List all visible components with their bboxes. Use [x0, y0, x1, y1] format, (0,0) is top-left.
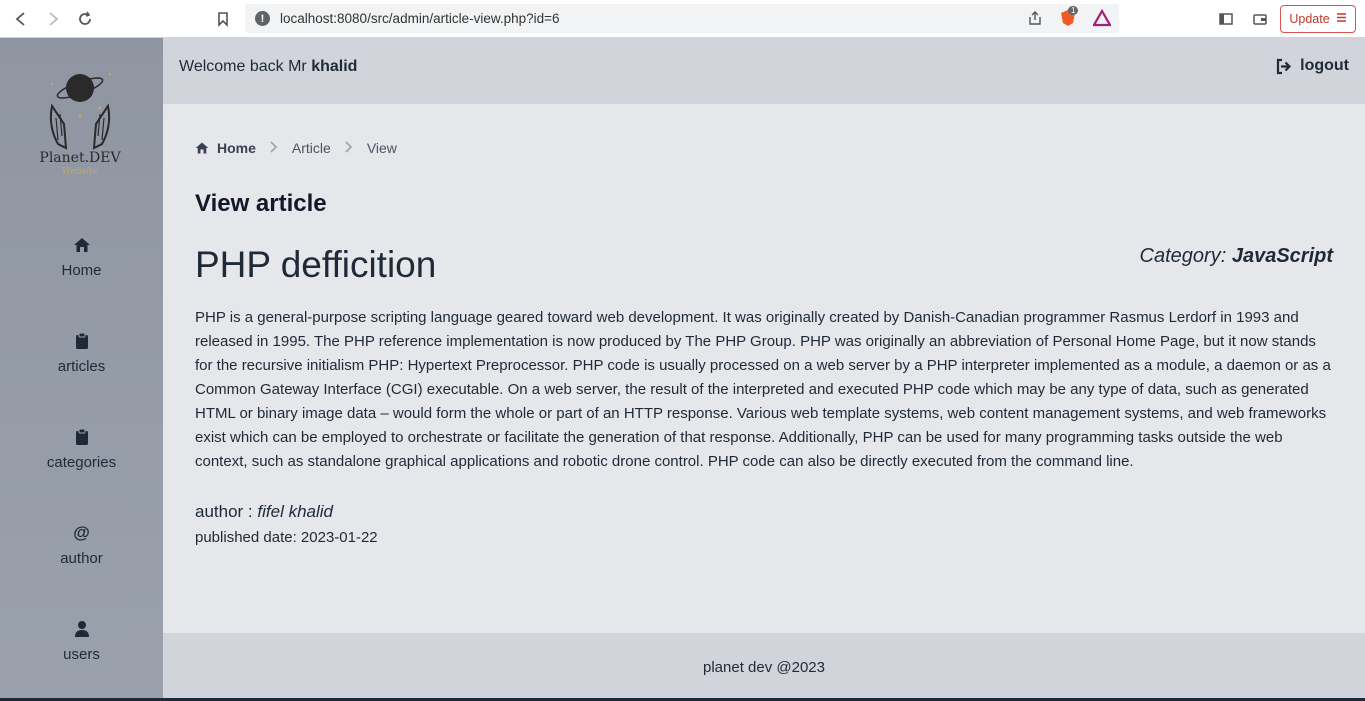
address-bar[interactable]: ! localhost:8080/src/admin/article-view.… — [245, 4, 1119, 33]
welcome-message: Welcome back Mr khalid — [179, 58, 357, 76]
url-text: localhost:8080/src/admin/article-view.ph… — [280, 11, 560, 26]
bookmark-icon[interactable] — [207, 3, 239, 35]
logout-button[interactable]: logout — [1275, 57, 1349, 75]
browser-toolbar: ! localhost:8080/src/admin/article-view.… — [0, 0, 1365, 38]
at-icon: @ — [73, 523, 90, 542]
main-content: Home Article View View article PHP deffi… — [163, 104, 1365, 633]
article-category: Category: JavaScript — [1140, 245, 1333, 268]
sidebar-item-articles[interactable]: articles — [0, 332, 163, 402]
breadcrumb-article[interactable]: Article — [292, 140, 331, 156]
clipboard-icon — [75, 332, 88, 349]
share-icon[interactable] — [1027, 10, 1043, 31]
published-date: published date: 2023-01-22 — [195, 529, 378, 546]
forward-icon[interactable] — [37, 3, 69, 35]
update-label: Update — [1289, 12, 1330, 26]
category-label: Category: — [1139, 245, 1227, 267]
welcome-prefix: Welcome back Mr — [179, 58, 307, 75]
footer-text: planet dev @2023 — [703, 658, 825, 676]
author-name: fifel khalid — [257, 502, 333, 521]
user-icon — [74, 621, 89, 637]
back-icon[interactable] — [5, 3, 37, 35]
page-title: View article — [195, 190, 327, 217]
breadcrumb-home[interactable]: Home — [195, 140, 256, 156]
article-title: PHP defficition — [195, 244, 437, 285]
username: khalid — [311, 58, 358, 75]
brave-rewards-icon[interactable] — [1092, 8, 1112, 32]
home-icon — [195, 142, 209, 154]
brave-shield-icon[interactable]: 1 — [1059, 6, 1079, 32]
reload-icon[interactable] — [69, 3, 101, 35]
sidebar-item-label: categories — [46, 454, 117, 471]
breadcrumb-home-label: Home — [217, 140, 256, 156]
update-button[interactable]: Update — [1280, 5, 1356, 33]
article-author: author : fifel khalid — [195, 502, 333, 522]
sidebar-item-label: author — [60, 550, 103, 567]
sidebar-item-users[interactable]: users — [0, 620, 163, 690]
svg-text:Planet.DEV: Planet.DEV — [39, 150, 121, 166]
category-value: JavaScript — [1231, 245, 1333, 267]
planet-dev-logo[interactable]: Planet.DEV Website — [30, 66, 130, 181]
author-label: author : — [195, 502, 253, 521]
sidebar-toggle-icon[interactable] — [1210, 3, 1242, 35]
sidebar-item-categories[interactable]: categories — [0, 428, 163, 498]
sidebar-item-author[interactable]: @ author — [0, 524, 163, 594]
sidebar-item-label: articles — [57, 358, 106, 375]
sidebar-item-label: Home — [61, 262, 102, 279]
chevron-right-icon — [270, 140, 278, 156]
sidebar-item-label: users — [63, 646, 100, 663]
chevron-right-icon — [345, 140, 353, 156]
sidebar-item-home[interactable]: Home — [0, 236, 163, 306]
sidebar: Planet.DEV Website Home articles categor… — [0, 38, 163, 701]
info-icon[interactable]: ! — [255, 11, 270, 26]
published-value: 2023-01-22 — [300, 529, 378, 546]
home-icon — [73, 238, 90, 252]
breadcrumb: Home Article View — [195, 140, 397, 156]
breadcrumb-view: View — [366, 140, 397, 156]
footer: planet dev @2023 — [163, 633, 1365, 701]
clipboard-icon — [75, 428, 88, 445]
published-label: published date: — [195, 529, 297, 546]
article-body: PHP is a general-purpose scripting langu… — [195, 309, 1331, 470]
wallet-icon[interactable] — [1244, 3, 1276, 35]
logout-label: logout — [1300, 57, 1349, 74]
svg-text:Website: Website — [62, 167, 98, 177]
menu-icon — [1336, 12, 1347, 26]
top-header: Welcome back Mr khalid logout — [163, 38, 1365, 104]
sign-out-icon — [1277, 58, 1292, 74]
